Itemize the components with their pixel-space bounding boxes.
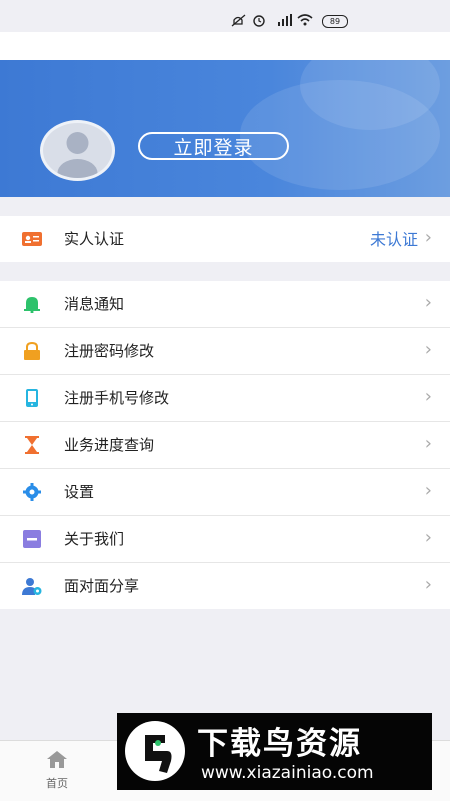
menu-item-share[interactable]: 面对面分享 › [0,563,450,609]
share-user-icon [22,578,42,595]
battery-indicator: 89 [322,15,348,28]
home-icon [47,751,67,768]
chevron-right-icon: › [424,433,432,454]
chevron-right-icon: › [424,480,432,501]
chevron-right-icon: › [424,527,432,548]
status-bar: 89 [0,0,450,32]
verification-label: 实人认证 [64,230,125,248]
menu-card: 消息通知 › 注册密码修改 › 注册手机号修改 › 业务进度查询 › 设置 › … [0,281,450,609]
menu-item-notifications[interactable]: 消息通知 › [0,281,450,328]
menu-item-settings[interactable]: 设置 › [0,469,450,516]
menu-item-about[interactable]: 关于我们 › [0,516,450,563]
alarm-icon [253,15,265,27]
verification-row[interactable]: 实人认证 未认证 › [0,216,450,262]
avatar[interactable] [40,120,115,181]
gear-icon [23,483,41,501]
wifi-icon [297,14,313,26]
watermark-url: www.xiazainiao.com [201,763,374,783]
chevron-right-icon: › [424,386,432,407]
chevron-right-icon: › [424,292,432,313]
tab-home[interactable]: 首页 [40,749,74,791]
menu-item-label: 设置 [64,483,95,501]
phone-icon [26,389,38,407]
watermark-logo [125,721,185,781]
menu-item-label: 面对面分享 [64,577,140,595]
hourglass-icon [25,436,39,454]
navigation-bar [0,32,450,60]
login-button[interactable]: 立即登录 [138,132,289,160]
lock-icon [24,342,40,360]
watermark-banner: 下载鸟资源 www.xiazainiao.com [117,713,432,790]
menu-item-label: 关于我们 [64,530,125,548]
menu-item-progress[interactable]: 业务进度查询 › [0,422,450,469]
chevron-right-icon: › [424,227,432,248]
menu-item-phone[interactable]: 注册手机号修改 › [0,375,450,422]
bell-icon [24,297,40,313]
menu-item-label: 注册手机号修改 [64,389,170,407]
info-icon [23,530,41,548]
chevron-right-icon: › [424,574,432,595]
id-card-icon [22,232,42,246]
menu-item-label: 消息通知 [64,295,125,313]
watermark-title: 下载鸟资源 [197,726,362,762]
verification-status: 未认证 [369,230,418,249]
verification-card: 实人认证 未认证 › [0,216,450,262]
signal-icon [278,14,292,26]
chevron-right-icon: › [424,339,432,360]
menu-item-label: 注册密码修改 [64,342,155,360]
menu-item-label: 业务进度查询 [64,436,155,454]
menu-item-password[interactable]: 注册密码修改 › [0,328,450,375]
mute-icon [231,14,246,27]
tab-home-label: 首页 [46,777,68,790]
